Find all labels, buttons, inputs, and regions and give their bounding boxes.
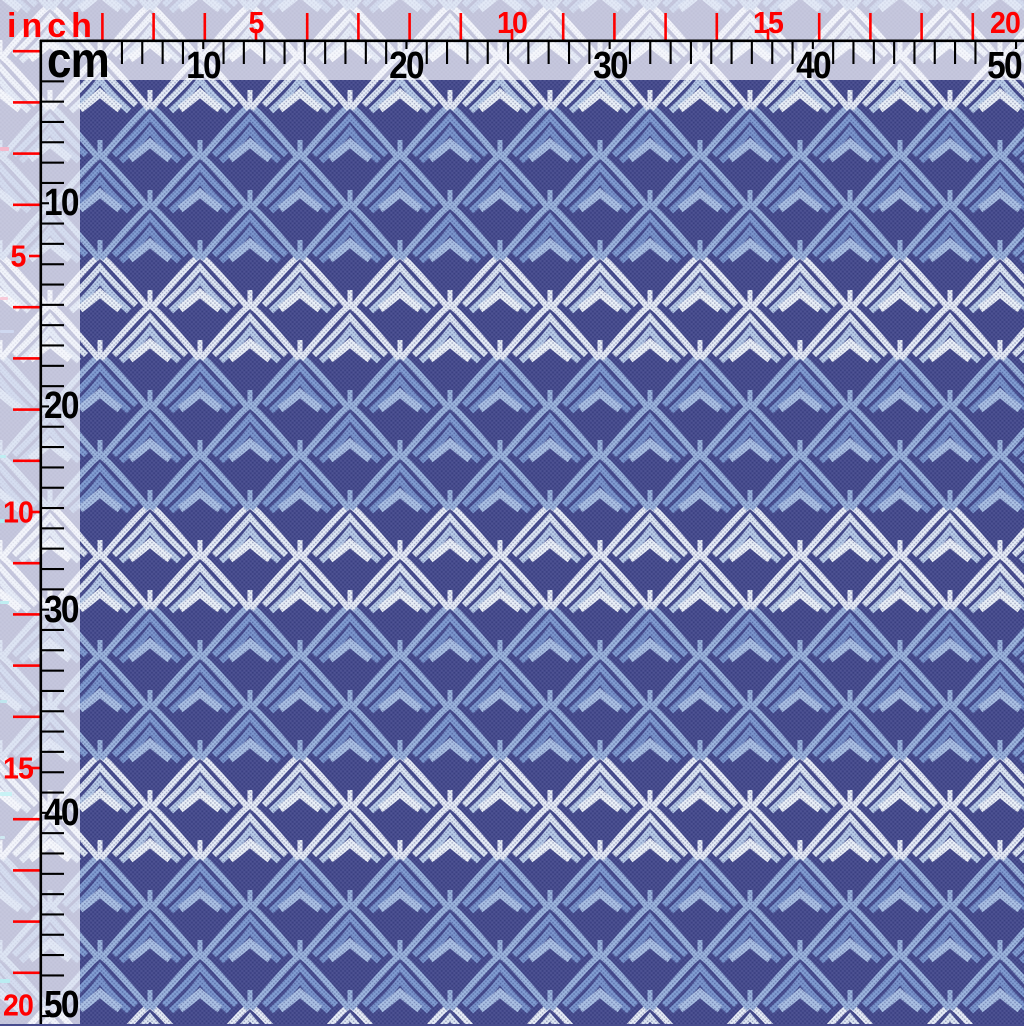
left-cm-number: 40 (44, 794, 78, 832)
cm-ruler-title: cm (47, 35, 109, 85)
left-cm-number: 20 (44, 387, 78, 425)
selvage-mark (0, 700, 7, 703)
selvage-mark (0, 297, 8, 300)
weave-texture (0, 0, 1024, 1024)
top-inch-number: 15 (753, 7, 783, 38)
top-inch-number: 10 (497, 7, 527, 38)
top-cm-number: 10 (186, 47, 220, 85)
left-cm-number: 50 (44, 986, 78, 1024)
top-cm-number: 20 (390, 47, 424, 85)
left-inch-number: 15 (3, 753, 33, 784)
left-inch-number: 10 (3, 497, 33, 528)
selvage-mark (0, 836, 5, 839)
fabric-swatch: #u *{fill:none;stroke-linecap:butt;strok… (0, 0, 1024, 1024)
top-cm-number: 50 (987, 47, 1021, 85)
selvage-mark (0, 330, 14, 333)
top-cm-number: 30 (593, 47, 627, 85)
left-inch-number: 20 (3, 990, 33, 1021)
top-inch-number: 20 (990, 7, 1020, 38)
selvage-mark (0, 979, 10, 983)
left-cm-number: 30 (44, 591, 78, 629)
selvage-mark (0, 147, 9, 151)
selvage-mark (0, 455, 6, 458)
left-cm-number: 10 (44, 184, 78, 222)
top-cm-number: 40 (796, 47, 830, 85)
fabric-ruler-preview: #u *{fill:none;stroke-linecap:butt;strok… (0, 0, 1024, 1024)
top-inch-number: 5 (249, 7, 264, 38)
selvage-mark (0, 792, 12, 796)
selvage-mark (0, 601, 9, 604)
left-inch-number: 5 (11, 241, 26, 272)
